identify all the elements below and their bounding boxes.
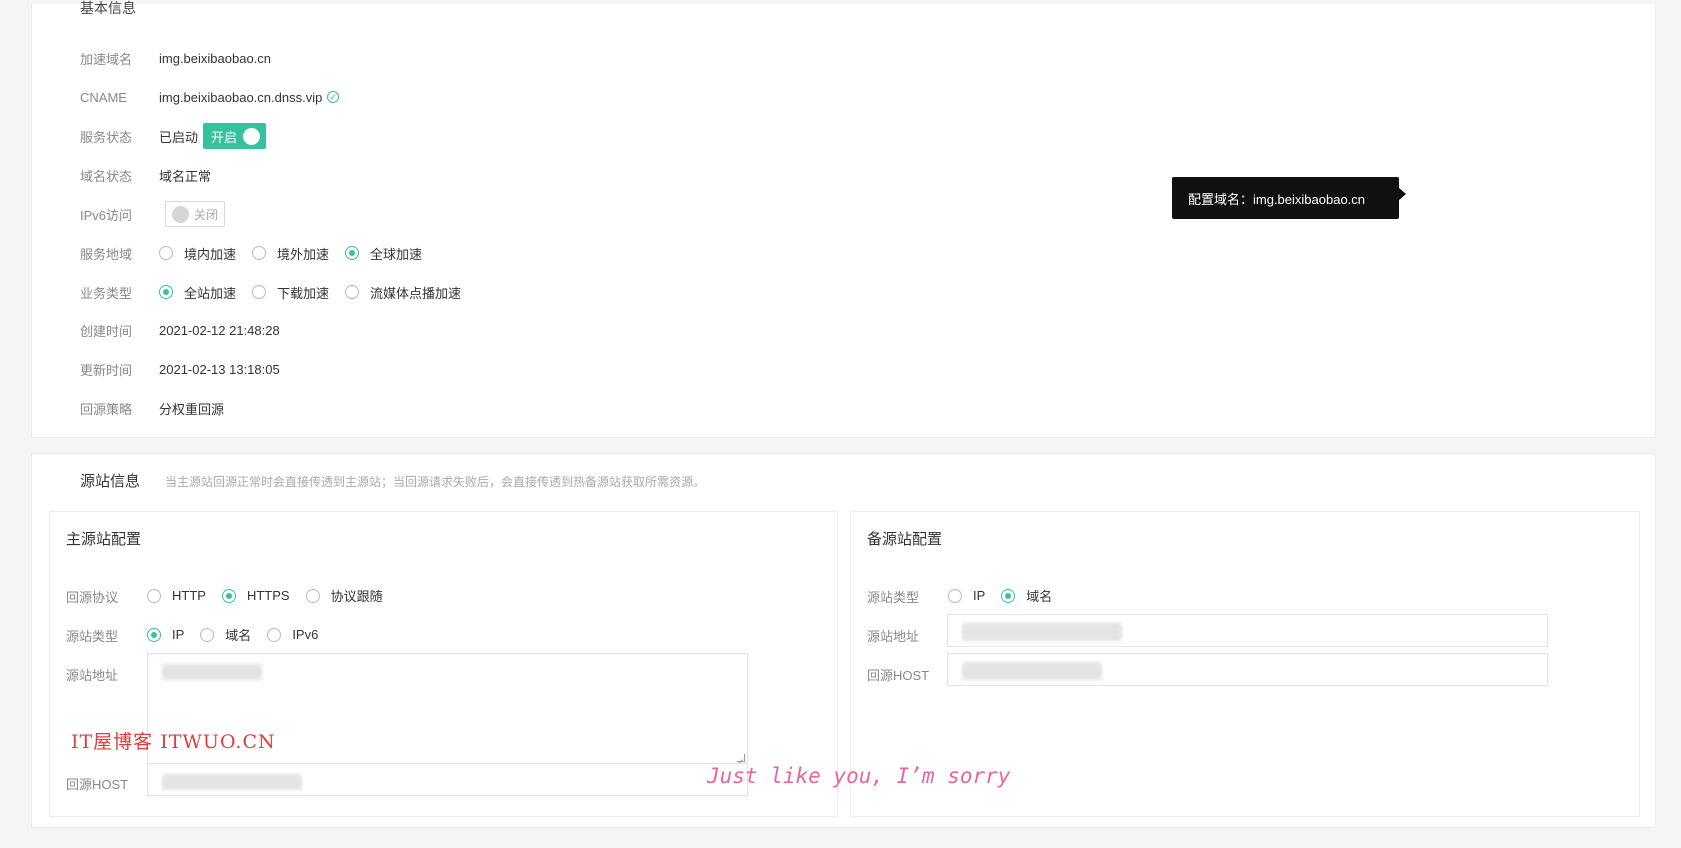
basic-info-title: 基本信息 [80,0,136,16]
backup-origin-title: 备源站配置 [867,531,943,548]
main-host-label: 回源HOST [66,777,129,792]
blog-watermark: IT屋博客 ITWUO.CN [71,731,276,753]
created-value: 2021-02-12 21:48:28 [159,322,280,338]
backup-address-input[interactable] [947,614,1548,647]
radio-business-download[interactable]: 下载加速 [252,283,329,302]
domain-tooltip: 配置域名：img.beixibaobao.cn [1172,177,1406,219]
handwritten-watermark: Just like you, I’m sorry [707,764,1011,788]
radio-label: IP [172,627,185,642]
origin-info-description: 当主源站回源正常时会直接传透到主源站；当回源请求失败后，会直接传透到热备源站获取… [165,475,706,489]
radio-label: HTTPS [246,588,290,603]
accel-domain-label: 加速域名 [80,51,133,67]
radio-label: 境内加速 [184,246,237,262]
service-status-value: 已启动 [159,129,199,145]
main-protocol-radio-group: HTTP HTTPS 协议跟随 [147,586,399,605]
radio-dot [159,246,173,260]
redacted-value [962,662,1102,680]
backup-host-input[interactable] [947,653,1548,686]
radio-business-vod[interactable]: 流媒体点播加速 [345,283,461,302]
radio-backup-type-ip[interactable]: IP [948,588,985,603]
radio-label: IPv6 [292,627,319,642]
main-host-input[interactable] [147,763,748,796]
redacted-value [962,623,1122,641]
radio-label: 境外加速 [277,246,330,262]
radio-backup-type-domain[interactable]: 域名 [1001,586,1052,605]
origin-info-title: 源站信息 [80,473,141,490]
radio-label: 下载加速 [277,285,330,301]
switch-knob [172,205,189,223]
domain-status-value: 域名正常 [159,168,212,184]
radio-dot [147,627,161,642]
service-status-switch[interactable]: 开启 [203,123,267,149]
service-region-label: 服务地域 [80,246,133,262]
radio-protocol-follow[interactable]: 协议跟随 [305,586,383,605]
radio-dot [159,285,173,299]
radio-dot [267,627,282,642]
redacted-value [162,774,302,790]
origin-policy-value: 分权重回源 [159,401,225,417]
radio-label: 域名 [225,628,252,643]
cname-value: img.beixibaobao.cn.dnss.vip [159,89,323,105]
radio-dot [221,588,236,603]
created-label: 创建时间 [80,323,133,339]
radio-label: 流媒体点播加速 [370,285,462,301]
service-status-label: 服务状态 [80,129,133,145]
main-type-radio-group: IP 域名 IPv6 [147,625,334,644]
main-protocol-label: 回源协议 [66,590,119,605]
service-region-radio-group: 境内加速 境外加速 全球加速 [159,244,438,263]
service-switch-label: 开启 [211,129,238,145]
business-type-label: 业务类型 [80,285,133,301]
main-type-label: 源站类型 [66,629,119,644]
radio-label: 全站加速 [184,285,237,301]
updated-value: 2021-02-13 13:18:05 [159,361,280,377]
cname-value-wrap: img.beixibaobao.cn.dnss.vip ✓ [159,89,340,105]
radio-business-site[interactable]: 全站加速 [159,283,236,302]
radio-main-type-ip[interactable]: IP [147,627,184,642]
radio-label: HTTP [172,588,206,603]
service-status-value-wrap: 已启动 开启 [159,123,267,149]
updated-label: 更新时间 [80,362,133,378]
ipv6-switch[interactable]: 关闭 [165,201,226,227]
backup-address-label: 源站地址 [867,629,920,644]
radio-region-global[interactable]: 全球加速 [345,244,422,263]
radio-dot [948,588,962,603]
radio-label: 全球加速 [370,246,423,262]
radio-dot [147,588,161,603]
main-origin-title: 主源站配置 [66,531,142,548]
accel-domain-value: img.beixibaobao.cn [159,50,272,66]
resize-grip-icon[interactable] [737,754,745,762]
radio-protocol-http[interactable]: HTTP [147,588,206,603]
radio-dot [252,246,267,260]
origin-policy-label: 回源策略 [80,401,133,417]
radio-dot [345,246,360,260]
backup-type-radio-group: IP 域名 [948,586,1068,605]
radio-label: IP [973,588,986,603]
radio-dot [200,627,215,642]
switch-knob [243,127,261,145]
ipv6-value-wrap: 关闭 [165,201,226,227]
basic-info-card: 基本信息 加速域名 img.beixibaobao.cn CNAME img.b… [31,0,1656,438]
redacted-value [162,664,262,680]
domain-status-label: 域名状态 [80,168,133,184]
backup-host-label: 回源HOST [867,668,930,683]
radio-main-type-ipv6[interactable]: IPv6 [267,627,318,642]
main-address-label: 源站地址 [66,668,119,683]
verified-check-icon: ✓ [327,91,340,103]
business-type-radio-group: 全站加速 下载加速 流媒体点播加速 [159,283,477,302]
cname-label: CNAME [80,89,127,105]
radio-label: 域名 [1026,589,1053,604]
ipv6-switch-label: 关闭 [194,207,219,222]
radio-protocol-https[interactable]: HTTPS [221,588,290,603]
radio-region-overseas[interactable]: 境外加速 [252,244,329,263]
radio-label: 协议跟随 [330,589,383,604]
ipv6-label: IPv6访问 [80,207,133,223]
radio-dot [1001,588,1016,603]
radio-region-domestic[interactable]: 境内加速 [159,244,236,263]
backup-type-label: 源站类型 [867,590,920,605]
radio-main-type-domain[interactable]: 域名 [200,625,251,644]
radio-dot [305,588,320,603]
radio-dot [345,285,360,299]
radio-dot [252,285,267,299]
